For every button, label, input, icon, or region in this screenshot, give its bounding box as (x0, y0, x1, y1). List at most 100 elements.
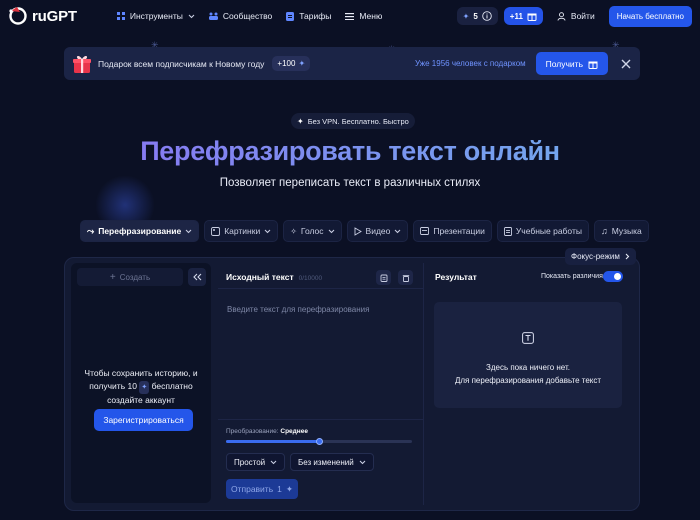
create-button[interactable]: + Создать (77, 268, 183, 286)
user-icon (557, 11, 566, 21)
chevron-down-icon (264, 229, 271, 233)
tab-presentations[interactable]: Презентации (413, 220, 492, 242)
change-select[interactable]: Без изменений (290, 453, 374, 471)
send-label: Отправить (230, 484, 274, 494)
history-line: создайте аккаунт (107, 395, 175, 405)
show-diff-label: Показать различия (541, 273, 603, 280)
source-title: Исходный текст (226, 272, 294, 282)
sparkle-icon: ✦ (139, 381, 150, 394)
divider (218, 288, 423, 289)
bonus-badge[interactable]: +11 (503, 7, 543, 25)
tab-study-works[interactable]: Учебные работы (496, 220, 589, 242)
tab-label: Учебные работы (515, 226, 582, 236)
history-line-2b: бесплатно (151, 381, 193, 391)
close-icon[interactable] (620, 58, 632, 70)
tab-voice[interactable]: ✧ Голос (283, 220, 342, 242)
sparkle-icon: ✦ (297, 116, 304, 126)
nav-tools[interactable]: Инструменты (116, 11, 195, 21)
community-icon (208, 12, 218, 20)
sparkle-icon: ✦ (298, 59, 306, 68)
tab-music[interactable]: ♫ Музыка (593, 220, 649, 242)
tab-label: Картинки (224, 226, 261, 236)
chevron-right-icon (625, 253, 630, 260)
tab-label: Видео (365, 226, 391, 236)
nav-right: ✦ 5 +11 Войти Начать бесплатно (456, 5, 692, 27)
tab-paraphrase[interactable]: ⤳ Перефразирование (80, 220, 200, 242)
banner-text: Подарок всем подписчикам к Новому году (98, 58, 265, 69)
top-navigation: ruGPT Инструменты Сообщество Тарифы Меню… (0, 0, 700, 32)
login-link[interactable]: Войти (557, 11, 595, 21)
focus-mode-button[interactable]: Фокус-режим (565, 248, 636, 265)
style-select[interactable]: Простой (226, 453, 286, 471)
clear-button[interactable] (398, 270, 413, 285)
result-title: Результат (435, 272, 477, 282)
result-empty-line: Здесь пока ничего нет. (486, 363, 570, 372)
banner-badge: +100 ✦ (272, 56, 311, 71)
source-textarea[interactable]: Введите текст для перефразирования (227, 305, 369, 314)
gift-icon (527, 13, 537, 21)
transform-slider-thumb[interactable] (316, 438, 323, 445)
nav-tariffs-label: Тарифы (299, 11, 332, 21)
voice-icon: ✧ (290, 226, 297, 236)
tariff-icon (286, 11, 295, 21)
tab-images[interactable]: Картинки (204, 220, 279, 242)
send-cost: 1 (277, 484, 282, 494)
tagline-text: Без VPN. Бесплатно. Быстро (307, 116, 409, 126)
start-free-button[interactable]: Начать бесплатно (608, 5, 692, 27)
paraphrase-icon: ⤳ (87, 225, 95, 236)
tool-tabs: ⤳ Перефразирование Картинки ✧ Голос Виде… (80, 220, 649, 242)
music-icon: ♫ (600, 226, 608, 236)
banner-badge-value: +100 (277, 59, 296, 68)
history-line-2: получить 10 ✦ бесплатно (75, 380, 207, 394)
history-line-2a: получить 10 (89, 381, 137, 391)
transform-label: Преобразование: Среднее (226, 428, 308, 435)
chevron-down-icon (394, 229, 401, 233)
gift-box-icon (73, 55, 91, 73)
video-icon (354, 226, 362, 236)
credits-count: 5 (473, 11, 478, 21)
credits-badge[interactable]: ✦ 5 (456, 7, 498, 25)
paste-button[interactable] (376, 270, 391, 285)
chevron-down-icon (185, 229, 192, 233)
transform-value: Среднее (280, 428, 308, 435)
page-title: Перефразировать текст онлайн (0, 136, 700, 167)
double-chevron-left-icon (192, 273, 201, 281)
nav-menu[interactable]: Меню (345, 11, 382, 21)
create-label: Создать (119, 272, 151, 282)
history-message: Чтобы сохранить историю, и получить 10 ✦… (75, 367, 207, 407)
tab-video[interactable]: Видео (346, 220, 409, 242)
tab-label: Перефразирование (98, 226, 182, 236)
get-gift-label: Получить (545, 58, 583, 69)
nav-tariffs[interactable]: Тарифы (286, 11, 331, 21)
collapse-sidebar-button[interactable] (188, 268, 206, 286)
register-button[interactable]: Зарегистрироваться (94, 409, 193, 431)
study-icon (503, 226, 512, 236)
gift-icon (588, 61, 598, 69)
tab-label: Презентации (433, 226, 485, 236)
tagline-badge: ✦ Без VPN. Бесплатно. Быстро (291, 113, 415, 129)
clipboard-icon (380, 274, 387, 282)
logo[interactable]: ruGPT (8, 6, 77, 26)
info-icon (482, 11, 492, 21)
chevron-down-icon (359, 460, 366, 464)
send-button[interactable]: Отправить 1 ✦ (226, 479, 298, 499)
plus-icon: + (109, 271, 116, 283)
menu-icon (345, 12, 355, 20)
sparkle-icon: ✦ (285, 483, 293, 494)
nav-community[interactable]: Сообщество (208, 11, 272, 21)
logo-icon (9, 7, 27, 25)
show-diff-toggle[interactable] (603, 271, 623, 282)
page-subtitle: Позволяет переписать текст в различных с… (219, 177, 481, 189)
text-icon (522, 332, 534, 344)
chevron-down-icon (328, 229, 334, 233)
promo-banner: Подарок всем подписчикам к Новому году +… (64, 47, 640, 80)
change-select-value: Без изменений (298, 457, 354, 467)
result-area (434, 302, 622, 408)
trash-icon (402, 274, 409, 282)
result-empty-message: Здесь пока ничего нет. Для перефразирова… (434, 361, 622, 387)
image-icon (211, 226, 221, 236)
divider (218, 419, 423, 420)
focus-mode-label: Фокус-режим (571, 252, 620, 261)
get-gift-button[interactable]: Получить (535, 52, 608, 75)
banner-count-text: Уже 1956 человек с подарком (414, 59, 526, 68)
